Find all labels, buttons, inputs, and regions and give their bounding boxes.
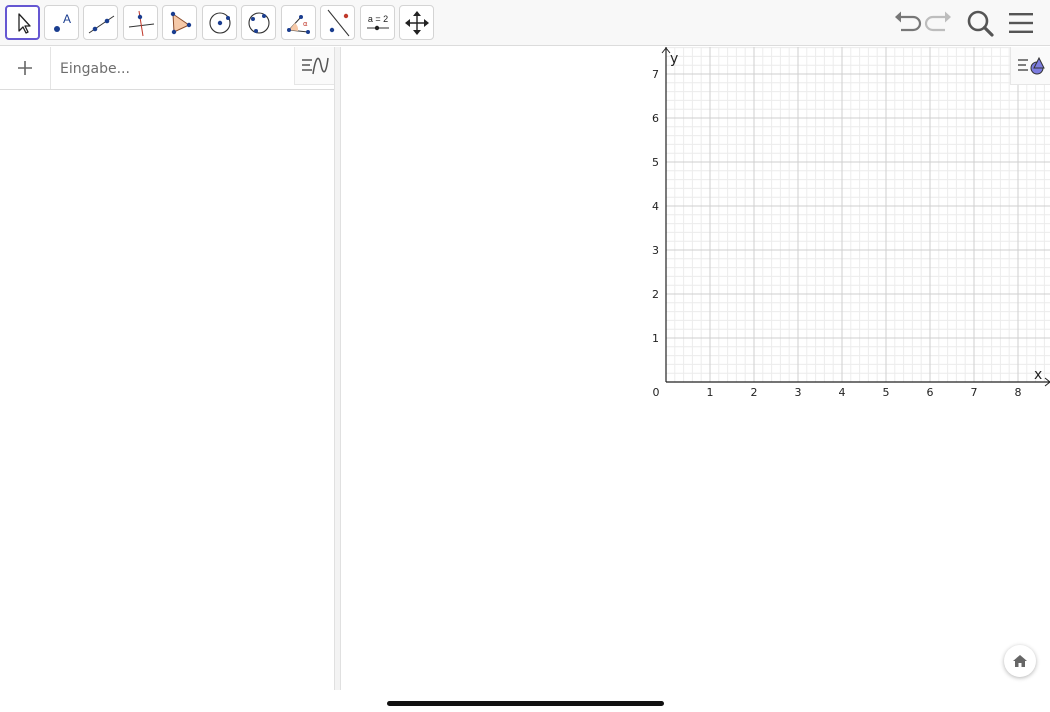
arrow-cursor-icon: [18, 13, 31, 34]
tool-slider[interactable]: a = 2: [360, 5, 395, 40]
y-tick-label: 6: [652, 112, 659, 125]
search-button[interactable]: [963, 6, 997, 40]
circle-three-points-icon: [248, 12, 270, 34]
graphics-canvas: x y 0 1 2 3 4 5 6 7 8 1 2 3 4 5 6 7: [652, 47, 1050, 399]
menu-icon: [1009, 13, 1033, 33]
reflect-about-line-icon: [327, 9, 350, 37]
graphics-style-bar-toggle[interactable]: [1010, 47, 1050, 85]
x-axis-label: x: [1034, 367, 1042, 383]
x-tick-label: 8: [1015, 386, 1022, 399]
main-menu-button[interactable]: [1005, 6, 1039, 40]
algebra-view: [0, 47, 335, 690]
tool-angle[interactable]: α: [281, 5, 316, 40]
search-icon: [967, 10, 994, 37]
add-item-button[interactable]: [0, 47, 51, 89]
redo-icon: [924, 11, 951, 32]
line-through-two-points-icon: [88, 15, 115, 34]
tool-point-label: A: [63, 12, 71, 26]
x-tick-label: 4: [839, 386, 846, 399]
home-indicator: [387, 701, 664, 706]
grid-minor-lines: [666, 47, 1050, 382]
toolbar: A α a = 2: [0, 0, 1050, 46]
tool-perpendicular-line[interactable]: [123, 5, 158, 40]
y-tick-label: 3: [652, 244, 659, 257]
x-tick-label: 2: [751, 386, 758, 399]
circle-center-point-icon: [209, 12, 231, 34]
x-tick-label: 6: [927, 386, 934, 399]
y-tick-label: 1: [652, 332, 659, 345]
algebra-style-bar-icon: [302, 57, 329, 75]
origin-label: 0: [653, 386, 660, 399]
graphics-style-bar-icon: [1018, 56, 1045, 75]
tool-polygon[interactable]: [162, 5, 197, 40]
perpendicular-line-icon: [128, 10, 155, 37]
x-tick-label: 3: [795, 386, 802, 399]
algebra-input[interactable]: [60, 59, 280, 79]
y-tick-label: 5: [652, 156, 659, 169]
angle-icon: α: [287, 15, 310, 34]
home-icon: [1013, 655, 1027, 667]
algebra-input-row: [0, 47, 334, 90]
point-icon: A: [54, 12, 71, 32]
tool-line[interactable]: [83, 5, 118, 40]
y-tick-label: 7: [652, 68, 659, 81]
y-tick-label: 4: [652, 200, 659, 213]
slider-icon: a = 2: [367, 14, 389, 31]
tool-angle-label: α: [303, 20, 308, 28]
x-tick-label: 7: [971, 386, 978, 399]
standard-view-button[interactable]: [1004, 645, 1036, 677]
tool-reflect[interactable]: [320, 5, 355, 40]
undo-icon: [895, 11, 922, 32]
algebra-style-bar-toggle[interactable]: [294, 47, 334, 85]
move-graphics-view-icon: [405, 11, 429, 35]
polygon-icon: [170, 11, 192, 35]
graphics-view[interactable]: x y 0 1 2 3 4 5 6 7 8 1 2 3 4 5 6 7: [342, 47, 1050, 690]
tool-circle-three-points[interactable]: [241, 5, 276, 40]
view-splitter[interactable]: [335, 47, 341, 690]
undo-button[interactable]: [890, 6, 924, 40]
y-axis-label: y: [670, 51, 678, 67]
tool-circle-center-point[interactable]: [202, 5, 237, 40]
y-tick-label: 2: [652, 288, 659, 301]
redo-button[interactable]: [922, 6, 956, 40]
plus-icon: [18, 61, 32, 75]
tool-move[interactable]: [5, 5, 40, 40]
tool-slider-label: a = 2: [368, 14, 388, 24]
x-tick-label: 1: [707, 386, 714, 399]
x-tick-label: 5: [883, 386, 890, 399]
tool-move-graphics[interactable]: [399, 5, 434, 40]
tool-point[interactable]: A: [44, 5, 79, 40]
